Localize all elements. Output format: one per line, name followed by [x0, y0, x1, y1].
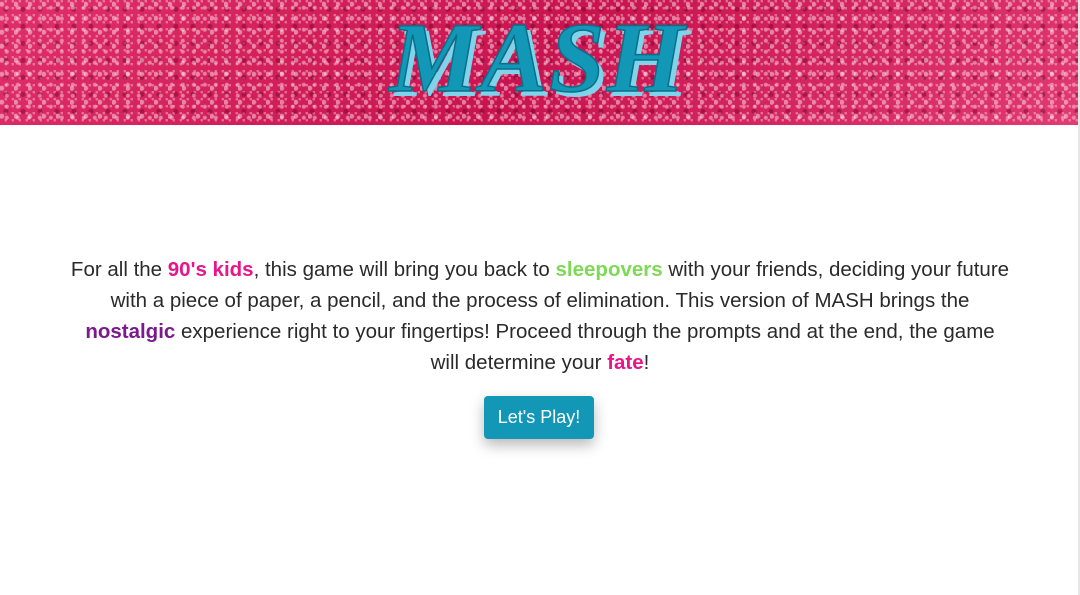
lets-play-button[interactable]: Let's Play! — [484, 396, 594, 439]
highlight-nostalgic: nostalgic — [85, 320, 176, 343]
intro-text-1: For all the — [70, 258, 168, 281]
intro-paragraph: For all the 90's kids, this game will br… — [70, 254, 1010, 378]
intro-text-5: ! — [643, 351, 650, 374]
highlight-fate: fate — [607, 351, 644, 374]
intro-text-2: , this game will bring you back to — [253, 258, 556, 281]
intro-text-4: experience right to your fingertips! Pro… — [175, 320, 995, 374]
mash-logo: MASH MASH — [387, 6, 691, 114]
logo-text: MASH — [387, 6, 687, 113]
header-banner: MASH MASH — [0, 0, 1078, 125]
page: MASH MASH For all the 90's kids, this ga… — [0, 0, 1080, 595]
highlight-sleepovers: sleepovers — [555, 258, 663, 281]
highlight-90s-kids: 90's kids — [167, 258, 254, 281]
